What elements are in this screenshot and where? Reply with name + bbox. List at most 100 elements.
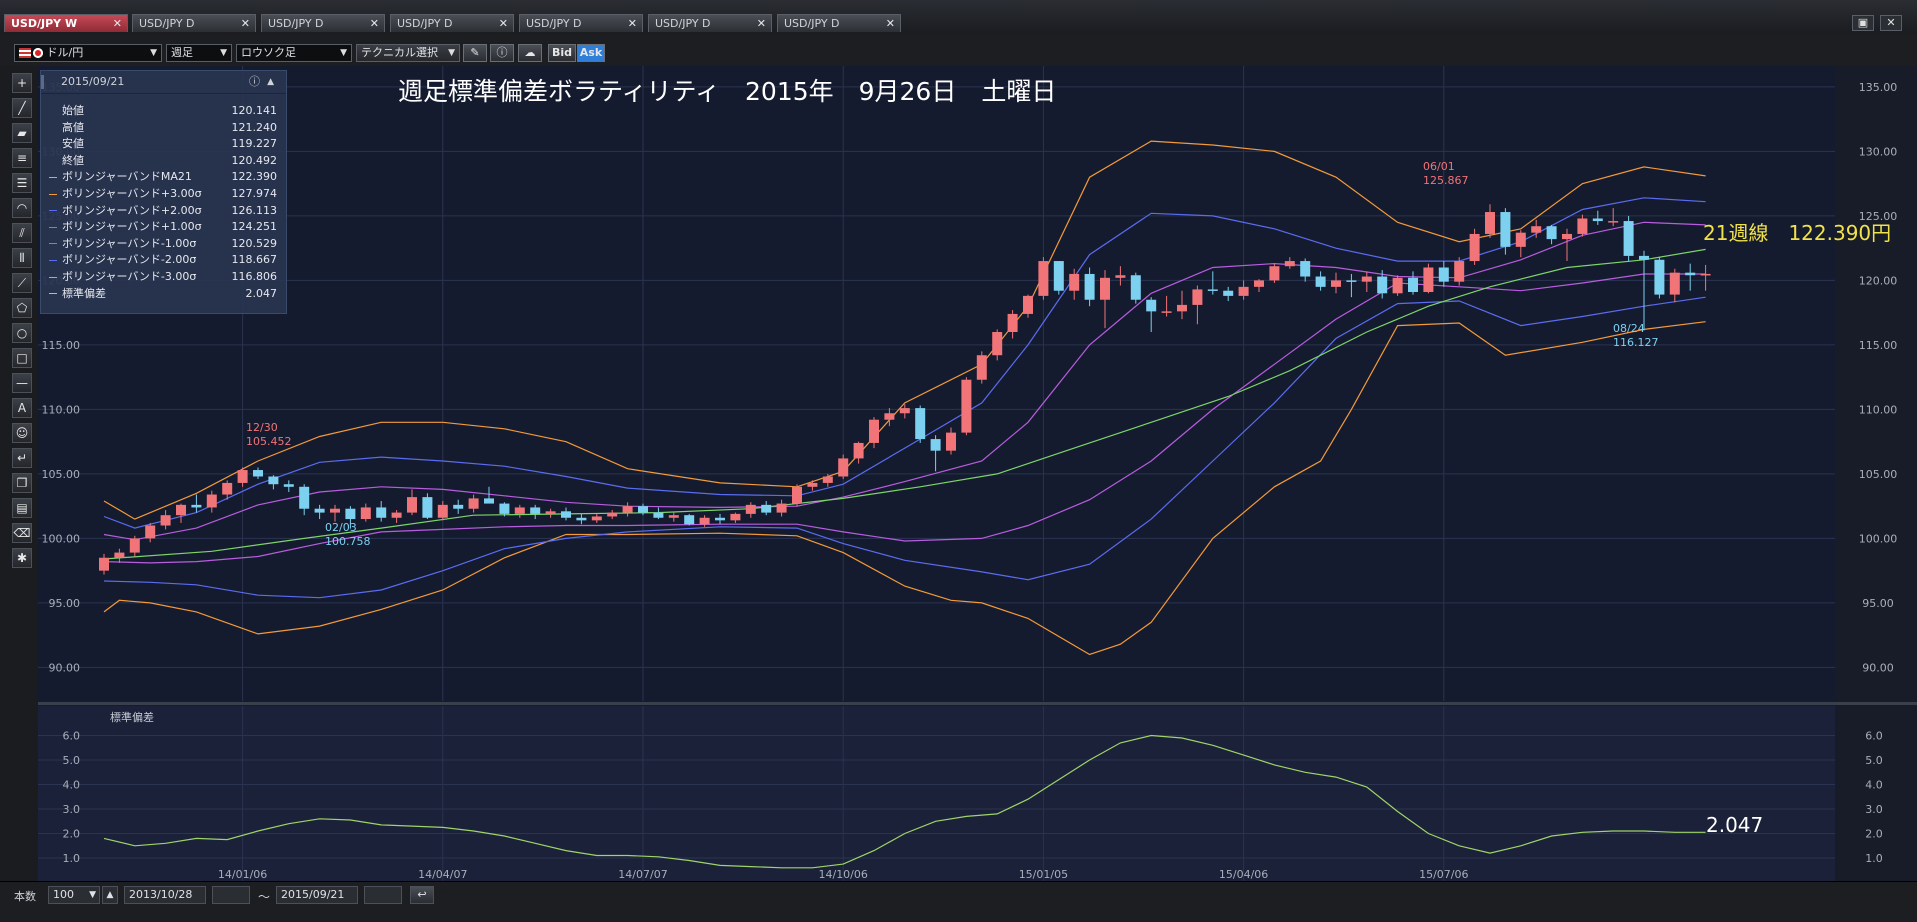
close-icon[interactable]: ✕ — [370, 15, 379, 33]
circle-icon[interactable]: ○ — [12, 323, 32, 343]
info-row: 安値 119.227 — [49, 136, 277, 152]
close-icon[interactable]: ✕ — [499, 15, 508, 33]
close-icon[interactable]: ✕ — [628, 15, 637, 33]
tab-label: USD/JPY D — [655, 17, 711, 30]
series-swatch — [49, 127, 57, 128]
fibonacci-icon[interactable]: ☰ — [12, 173, 32, 193]
candle-body — [992, 332, 1003, 356]
bid-button[interactable]: Bid — [548, 44, 576, 62]
crosshair-icon[interactable]: + — [12, 73, 32, 93]
tab-usdjpy-daily[interactable]: USD/JPY D ✕ — [390, 14, 514, 32]
candle-body — [1115, 275, 1126, 278]
smiley-icon[interactable]: ☺ — [12, 423, 32, 443]
annotation-value: 116.127 — [1613, 336, 1659, 349]
info-icon[interactable]: ⓘ — [490, 44, 514, 62]
close-icon[interactable]: ✕ — [757, 15, 766, 33]
technical-select-button[interactable]: テクニカル選択 ▼ — [356, 44, 460, 62]
to-time-field[interactable] — [364, 886, 402, 904]
currency-pair-select[interactable]: ドル/円 ▼ — [14, 44, 162, 62]
ask-button[interactable]: Ask — [577, 44, 605, 62]
close-icon[interactable]: ✕ — [241, 15, 250, 33]
magic-icon[interactable]: ✱ — [12, 548, 32, 568]
candle-body — [1408, 277, 1418, 293]
y-tick-label: 115.00 — [42, 339, 81, 352]
text-icon[interactable]: A — [12, 398, 32, 418]
info-row-label: 高値 — [62, 120, 84, 134]
rectangle-icon[interactable]: □ — [12, 348, 32, 368]
vertical-lines-icon[interactable]: ⦀ — [12, 248, 32, 268]
pencil-icon[interactable]: ✎ — [463, 44, 487, 62]
price-chart[interactable]: 135.00135.00130.00130.00125.00125.00120.… — [38, 66, 1917, 881]
close-window-icon[interactable]: ✕ — [1880, 15, 1902, 31]
candle-body — [915, 408, 926, 440]
tab-usdjpy-daily[interactable]: USD/JPY D ✕ — [132, 14, 256, 32]
maximize-icon[interactable]: ▣ — [1852, 15, 1874, 31]
from-time-field[interactable] — [212, 886, 250, 904]
candle-body — [699, 517, 710, 525]
from-date-field[interactable]: 2013/10/28 — [124, 886, 206, 904]
candle-body — [653, 512, 664, 518]
candle-body — [1315, 276, 1326, 287]
fan-icon[interactable]: ⫽ — [12, 223, 32, 243]
arc-icon[interactable]: ◠ — [12, 198, 32, 218]
paste-icon[interactable]: ▤ — [12, 498, 32, 518]
chart-toolbar: ドル/円 ▼ 週足 ▼ ロウソク足 ▼ テクニカル選択 ▼ ✎ ⓘ ☁ Bid … — [0, 34, 1917, 67]
tab-usdjpy-weekly[interactable]: USD/JPY W ✕ — [4, 14, 128, 32]
series-swatch — [49, 293, 57, 295]
info-row-value: 124.251 — [231, 220, 278, 234]
candle-body — [976, 355, 987, 380]
info-icon[interactable]: ⓘ — [249, 71, 260, 93]
info-row: ボリンジャーバンド-3.00σ 116.806 — [49, 269, 277, 285]
chart-type-select[interactable]: ロウソク足 ▼ — [236, 44, 352, 62]
chart-style-icon[interactable]: ☁ — [518, 44, 542, 62]
close-icon[interactable]: ✕ — [886, 15, 895, 33]
tab-usdjpy-daily[interactable]: USD/JPY D ✕ — [777, 14, 901, 32]
horizontal-lines-icon[interactable]: ≡ — [12, 148, 32, 168]
info-row-value: 126.113 — [231, 203, 278, 217]
candle-body — [160, 515, 171, 526]
refresh-icon[interactable]: ↩ — [410, 886, 434, 904]
y-tick-label: 2.0 — [1865, 828, 1883, 841]
info-row: ボリンジャーバンドMA21 122.390 — [49, 169, 277, 185]
info-row-label: ボリンジャーバンド+2.00σ — [62, 203, 202, 217]
count-label: 本数 — [14, 890, 36, 903]
jp-flag-icon — [33, 48, 43, 58]
horizontal-line-icon[interactable]: — — [12, 373, 32, 393]
std-callout: 2.047 — [1706, 813, 1763, 837]
return-icon[interactable]: ↵ — [12, 448, 32, 468]
tab-usdjpy-daily[interactable]: USD/JPY D ✕ — [261, 14, 385, 32]
candle-body — [314, 508, 325, 513]
tab-label: USD/JPY D — [784, 17, 840, 30]
chevron-down-icon: ▼ — [150, 48, 157, 58]
close-icon[interactable]: ✕ — [113, 15, 122, 33]
trendline-icon[interactable]: ╱ — [12, 98, 32, 118]
candle-body — [1146, 299, 1157, 312]
info-row-value: 121.240 — [231, 120, 278, 134]
pentagon-icon[interactable]: ⬠ — [12, 298, 32, 318]
currency-pair-label: ドル/円 — [46, 46, 84, 59]
channel-icon[interactable]: ⟋ — [12, 273, 32, 293]
tab-usdjpy-daily[interactable]: USD/JPY D ✕ — [519, 14, 643, 32]
candle-body — [484, 498, 494, 504]
candle-body — [961, 379, 972, 433]
candle-body — [853, 442, 864, 459]
candle-body — [1485, 212, 1495, 234]
candle-body — [114, 552, 125, 558]
drag-handle[interactable] — [41, 75, 44, 89]
candle-body — [499, 503, 510, 514]
candle-body — [638, 506, 648, 513]
tab-usdjpy-daily[interactable]: USD/JPY D ✕ — [648, 14, 772, 32]
info-row-label: ボリンジャーバンド-2.00σ — [62, 253, 197, 267]
period-select[interactable]: 週足 ▼ — [166, 44, 232, 62]
count-up-button[interactable]: ▲ — [102, 886, 118, 904]
to-date-field[interactable]: 2015/09/21 — [276, 886, 358, 904]
ruler-icon[interactable]: ▰ — [12, 123, 32, 143]
candle-body — [530, 507, 541, 514]
count-select[interactable]: 100 ▼ — [48, 886, 100, 904]
collapse-icon[interactable]: ▲ — [267, 71, 274, 93]
candle-body — [715, 517, 725, 521]
series-swatch — [49, 160, 57, 161]
candle-body — [807, 482, 818, 487]
copy-icon[interactable]: ❐ — [12, 473, 32, 493]
eraser-icon[interactable]: ⌫ — [12, 523, 32, 543]
